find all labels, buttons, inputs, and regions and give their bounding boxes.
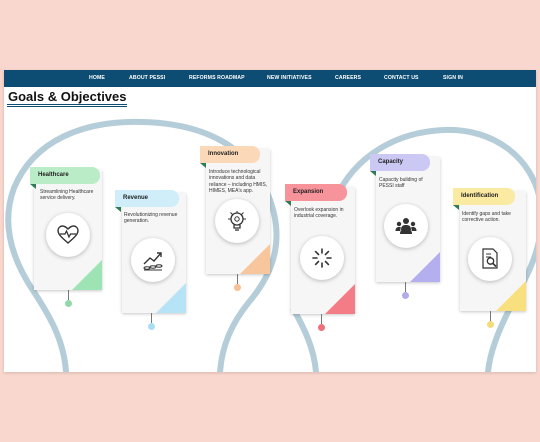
revenue-icon-circle [131,238,175,282]
loading-icon [312,248,332,268]
tab-revenue: Revenue [115,190,179,212]
card-connector-line [321,314,322,324]
identification-icon-circle [468,237,512,281]
expansion-marker-dot [318,324,325,331]
tab-healthcare: Healthcare [30,167,100,189]
card-connector-line [405,282,406,292]
card-connector-line [68,290,69,300]
card-fold-corner [325,284,355,314]
tab-healthcare-label: Healthcare [38,172,69,178]
card-fold-corner [72,260,102,290]
card-fold-corner [496,281,526,311]
revenue-description: Revolutionizing revenue generation. [124,212,178,225]
capacity-icon-circle [384,204,428,248]
expansion-description: Overlook expansion in industrial coverag… [294,207,344,220]
identification-description: Identify gaps and take corrective action… [462,211,511,224]
innovation-description: Introduce technological innovations and … [209,169,268,194]
tab-notch [30,184,36,189]
card-fold-corner [240,244,270,274]
tab-expansion-label: Expansion [293,189,324,195]
tab-notch [285,201,291,206]
browser-viewport: HOME ABOUT PESSI REFORMS ROADMAP NEW INI… [4,70,536,372]
revenue-marker-dot [148,323,155,330]
capacity-marker-dot [402,292,409,299]
tab-identification: Identification [453,188,515,210]
tab-identification-label: Identification [461,193,499,199]
tab-notch [453,205,459,210]
tab-capacity-label: Capacity [378,159,404,165]
card-fold-corner [156,283,186,313]
tab-expansion: Expansion [285,184,347,206]
innovation-icon-circle [215,199,259,243]
healthcare-marker-dot [65,300,72,307]
tab-notch [115,207,121,212]
people-icon [395,218,417,234]
innovation-bulb-icon [228,211,246,231]
tab-revenue-label: Revenue [123,195,149,201]
tab-innovation-label: Innovation [208,151,239,157]
healthcare-description: Streamlining Healthcare service delivery… [40,189,94,202]
tab-innovation: Innovation [200,146,260,168]
heart-pulse-icon [57,225,79,244]
card-connector-line [237,274,238,284]
identification-marker-dot [487,321,494,328]
growth-chart-icon [143,252,163,271]
capacity-description: Capacity building of PESSI staff [379,177,423,190]
tab-notch [370,171,376,176]
card-connector-line [151,313,152,323]
tab-capacity: Capacity [370,154,430,176]
expansion-icon-circle [300,236,344,280]
tab-notch [200,163,206,168]
innovation-marker-dot [234,284,241,291]
card-fold-corner [410,252,440,282]
document-search-icon [482,248,498,269]
card-connector-line [490,311,491,321]
healthcare-icon-circle [46,213,90,257]
